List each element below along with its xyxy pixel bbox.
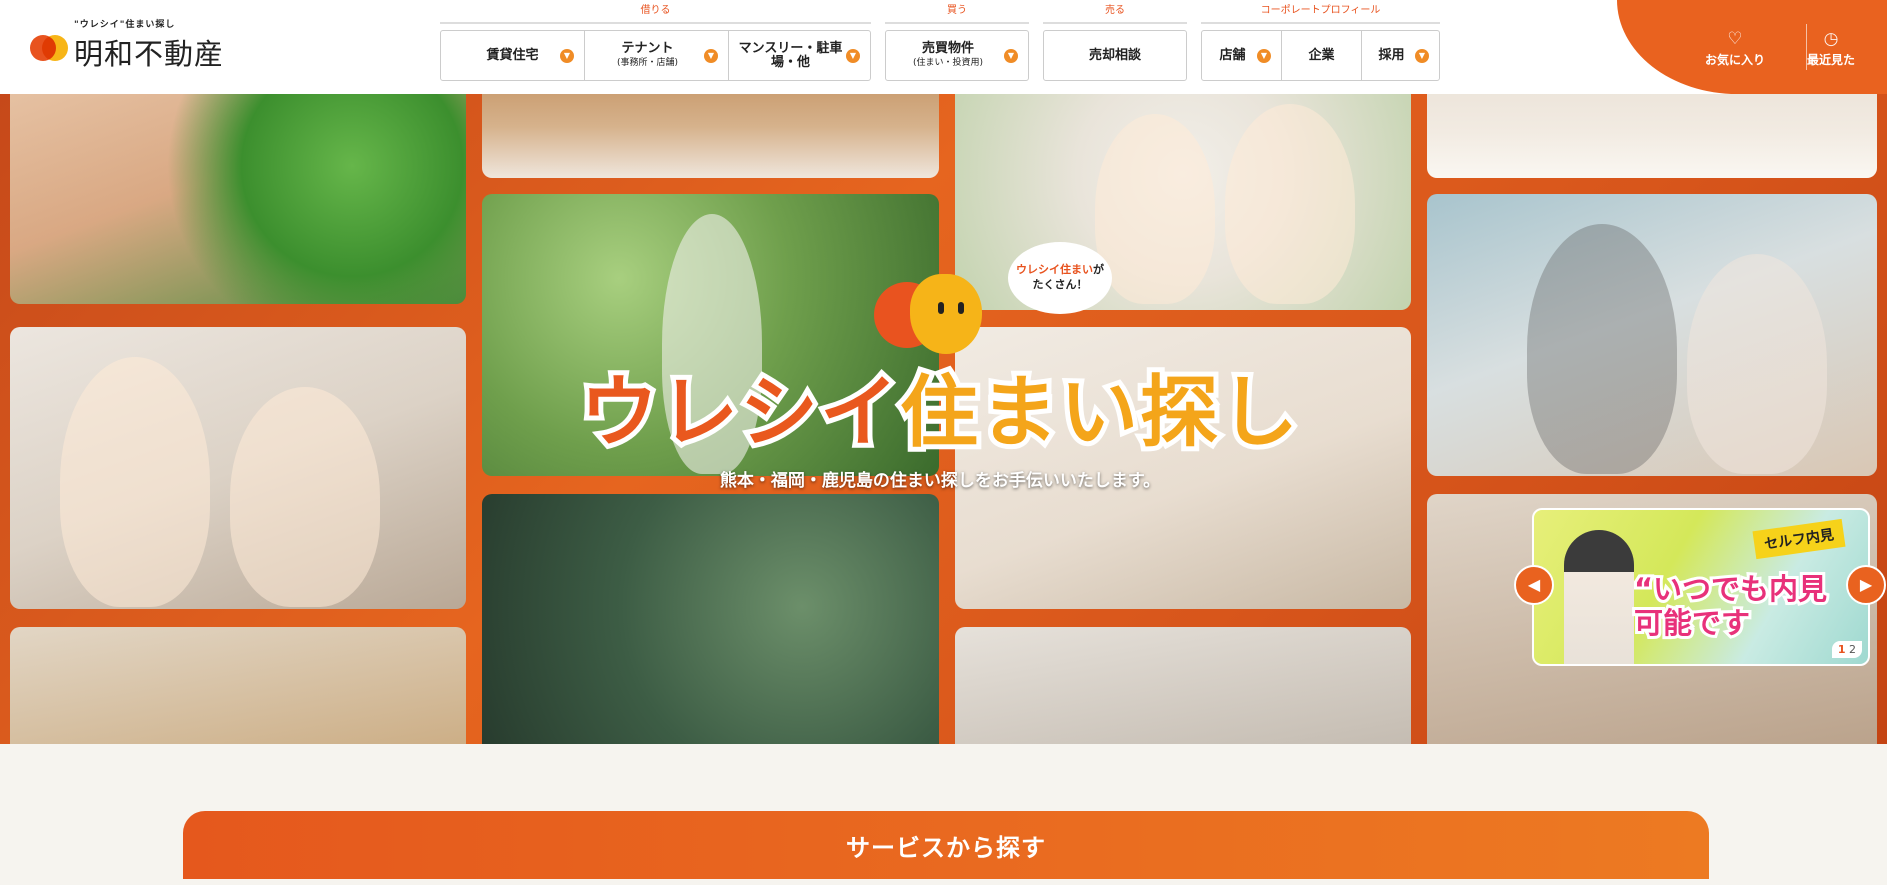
hero-photo-elderly-talk bbox=[482, 494, 939, 744]
recently-viewed-link[interactable]: ◷ 最近見た bbox=[1807, 30, 1855, 68]
nav-item-monthly-parking[interactable]: マンスリー・駐車場・他 ▼ bbox=[729, 31, 870, 80]
chevron-down-icon: ▼ bbox=[704, 48, 718, 63]
slider-pagination: 1 2 bbox=[1831, 641, 1862, 658]
slider-page-current: 1 bbox=[1837, 643, 1846, 656]
nav-item-label: 賃貸住宅 bbox=[486, 47, 539, 63]
slider-tag: セルフ内見 bbox=[1752, 518, 1846, 560]
chevron-down-icon: ▼ bbox=[1415, 48, 1429, 63]
nav-item-label: 企業 bbox=[1308, 47, 1335, 63]
nav-item-stores[interactable]: 店舗 ▼ bbox=[1202, 31, 1282, 80]
hero-photo-couple-floor bbox=[482, 94, 939, 178]
nav-category-rent: 借りる bbox=[440, 4, 871, 24]
hero-photo-cooking bbox=[10, 627, 466, 744]
nav-box-corporate: 店舗 ▼ 企業 採用 ▼ bbox=[1201, 30, 1440, 81]
corner-divider bbox=[1806, 24, 1807, 70]
chevron-down-icon: ▼ bbox=[1004, 48, 1018, 63]
nav-item-label: テナント bbox=[621, 40, 674, 56]
hero-photo-clover bbox=[10, 94, 466, 304]
chevron-down-icon: ▼ bbox=[1257, 48, 1271, 63]
hero-subcatch: 熊本・福岡・鹿児島の住まい探しをお手伝いいたします。 bbox=[719, 471, 1161, 491]
slider-next-button[interactable]: ▶ bbox=[1846, 565, 1886, 605]
slider-page-total: 2 bbox=[1849, 643, 1856, 656]
banner-slider[interactable]: セルフ内見 “いつでも内見 可能です 1 2 bbox=[1532, 508, 1870, 666]
chevron-left-icon: ◀ bbox=[1527, 575, 1541, 594]
site-logo[interactable]: "ウレシイ"住まい探し 明和不動産 bbox=[28, 17, 224, 73]
hero-photo-kitchen bbox=[955, 627, 1411, 744]
nav-item-tenant[interactable]: テナント (事務所・店舗) ▼ bbox=[585, 31, 729, 80]
logo-text: "ウレシイ"住まい探し 明和不動産 bbox=[74, 17, 224, 73]
hero-photo-yoga bbox=[1427, 94, 1877, 178]
nav-group-sell: 売る 売却相談 bbox=[1043, 4, 1187, 81]
catch-yellow: 住まい探し bbox=[895, 363, 1303, 463]
nav-category-buy: 買う bbox=[885, 4, 1029, 24]
nav-item-recruit[interactable]: 採用 ▼ bbox=[1362, 31, 1439, 80]
catch-orange: ウレシイ bbox=[575, 363, 903, 463]
favorites-link[interactable]: ♡ お気に入り bbox=[1705, 30, 1765, 68]
nav-item-label: 売却相談 bbox=[1088, 47, 1141, 63]
nav-item-company[interactable]: 企業 bbox=[1282, 31, 1362, 80]
search-by-service-header[interactable]: サービスから探す bbox=[183, 811, 1709, 879]
hero-photo-family-baby bbox=[10, 327, 466, 609]
nav-item-property-sale[interactable]: 売買物件 (住まい・投資用) ▼ bbox=[886, 31, 1028, 80]
slider-prev-button[interactable]: ◀ bbox=[1514, 565, 1554, 605]
nav-group-buy: 買う 売買物件 (住まい・投資用) ▼ bbox=[885, 4, 1029, 81]
bubble-suffix: が bbox=[1093, 263, 1104, 276]
site-header: "ウレシイ"住まい探し 明和不動産 借りる 賃貸住宅 ▼ テナント (事務所・店… bbox=[0, 0, 1887, 94]
search-by-service-label: サービスから探す bbox=[846, 834, 1046, 862]
hero-section: ウレシイ住まいが たくさん！ ウレシイ住まい探し 熊本・福岡・鹿児島の住まい探し… bbox=[0, 94, 1887, 744]
nav-group-corporate: コーポレートプロフィール 店舗 ▼ 企業 採用 ▼ bbox=[1201, 4, 1440, 81]
nav-box-sell: 売却相談 bbox=[1043, 30, 1187, 81]
bubble-text-2: たくさん！ bbox=[1032, 278, 1088, 291]
speech-bubble: ウレシイ住まいが たくさん！ bbox=[1008, 242, 1112, 314]
nav-category-corporate: コーポレートプロフィール bbox=[1201, 4, 1440, 24]
heart-icon: ♡ bbox=[1727, 29, 1743, 49]
logo-tagline: "ウレシイ"住まい探し bbox=[74, 20, 176, 30]
nav-box-rent: 賃貸住宅 ▼ テナント (事務所・店舗) ▼ マンスリー・駐車場・他 ▼ bbox=[440, 30, 871, 81]
chevron-right-icon: ▶ bbox=[1859, 575, 1873, 594]
nav-item-label: 店舗 bbox=[1219, 47, 1246, 63]
logo-name: 明和不動産 bbox=[74, 37, 225, 71]
chevron-down-icon: ▼ bbox=[846, 48, 860, 63]
slider-person-image bbox=[1564, 530, 1634, 664]
nav-item-sale-consultation[interactable]: 売却相談 bbox=[1044, 31, 1186, 80]
recently-viewed-label: 最近見た bbox=[1807, 53, 1856, 67]
logo-mark-icon bbox=[28, 29, 68, 61]
favorites-label: お気に入り bbox=[1705, 53, 1766, 67]
nav-item-label: 採用 bbox=[1378, 47, 1405, 63]
nav-item-label: 売買物件 bbox=[921, 40, 974, 56]
chevron-down-icon: ▼ bbox=[560, 48, 574, 63]
nav-item-label: マンスリー・駐車場・他 bbox=[738, 40, 843, 70]
hero-photo-elderly-laughing bbox=[1427, 194, 1877, 476]
clock-icon: ◷ bbox=[1823, 29, 1839, 49]
nav-item-sublabel: (住まい・投資用) bbox=[912, 57, 984, 68]
nav-group-rent: 借りる 賃貸住宅 ▼ テナント (事務所・店舗) ▼ マンスリー・駐車場・他 ▼ bbox=[440, 4, 871, 81]
nav-item-sublabel: (事務所・店舗) bbox=[616, 57, 679, 68]
slider-headline: “いつでも内見 可能です bbox=[1631, 569, 1830, 643]
nav-item-rental-housing[interactable]: 賃貸住宅 ▼ bbox=[441, 31, 585, 80]
hero-catchphrase: ウレシイ住まい探し bbox=[560, 350, 1320, 463]
nav-box-buy: 売買物件 (住まい・投資用) ▼ bbox=[885, 30, 1029, 81]
nav-category-sell: 売る bbox=[1043, 4, 1187, 24]
bubble-text: ウレシイ住まい bbox=[1016, 263, 1093, 276]
